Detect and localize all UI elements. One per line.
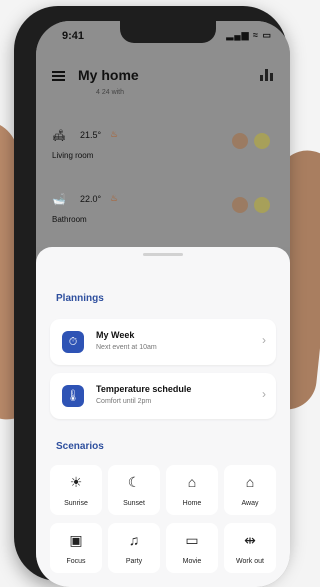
home-subtitle: 4 24 with — [96, 89, 125, 96]
chevron-right-icon: › — [262, 387, 266, 401]
away-icon: ⌂ — [245, 474, 255, 490]
flame-icon: ♨ — [110, 193, 119, 203]
dumbbell-icon: ⇹ — [244, 532, 256, 548]
home-icon: ⌂ — [187, 474, 197, 490]
tv-icon: ▭ — [185, 532, 199, 548]
scenario-home[interactable]: ⌂ Home — [166, 465, 218, 515]
plannings-title: Plannings — [56, 293, 104, 304]
planning-title: My Week — [96, 330, 135, 340]
planning-subtitle: Comfort until 2pm — [96, 398, 152, 405]
room-temperature: 22.0° — [80, 194, 102, 204]
scenario-label: Party — [125, 558, 143, 565]
thermometer-icon: 🌡 — [62, 385, 84, 407]
scenario-label: Focus — [66, 558, 86, 565]
scenario-focus[interactable]: ▣ Focus — [50, 523, 102, 573]
scenario-away[interactable]: ⌂ Away — [224, 465, 276, 515]
status-icons: ▂▄▆ ≈ ▭ — [226, 30, 272, 40]
planning-subtitle: Next event at 10am — [96, 344, 157, 351]
room-action-button[interactable] — [254, 133, 270, 149]
bar-chart-icon[interactable] — [260, 69, 274, 81]
sofa-icon: 🛋 — [52, 130, 66, 142]
notch — [120, 21, 216, 43]
scenarios-title: Scenarios — [56, 441, 104, 452]
scenario-movie[interactable]: ▭ Movie — [166, 523, 218, 573]
status-time: 9:41 — [62, 30, 85, 42]
bath-icon: 🛁 — [52, 194, 66, 206]
flame-icon: ♨ — [110, 129, 119, 139]
room-action-button[interactable] — [232, 197, 248, 213]
home-header: My home 4 24 with — [52, 65, 278, 105]
scenario-party[interactable]: ♫ Party — [108, 523, 160, 573]
scenario-sunset[interactable]: ☾ Sunset — [108, 465, 160, 515]
scenario-label: Sunset — [123, 500, 145, 507]
scenario-label: Movie — [182, 558, 202, 565]
page-title: My home — [78, 67, 139, 83]
scenario-sunrise[interactable]: ☀ Sunrise — [50, 465, 102, 515]
scenario-label: Home — [182, 500, 202, 507]
scenario-work-out[interactable]: ⇹ Work out — [224, 523, 276, 573]
menu-icon[interactable] — [52, 71, 65, 81]
party-icon: ♫ — [128, 532, 140, 548]
phone-frame: 9:41 ▂▄▆ ≈ ▭ My home 4 24 with 🛋 21.5° ♨… — [14, 6, 290, 587]
planning-title: Temperature schedule — [96, 384, 192, 394]
sun-icon: ☀ — [69, 474, 83, 490]
scenario-label: Sunrise — [64, 500, 88, 507]
room-name: Bathroom — [52, 215, 87, 224]
phone-screen: 9:41 ▂▄▆ ≈ ▭ My home 4 24 with 🛋 21.5° ♨… — [36, 21, 290, 587]
moon-icon: ☾ — [127, 474, 141, 490]
room-action-button[interactable] — [254, 197, 270, 213]
sheet-drag-handle[interactable] — [143, 253, 183, 256]
briefcase-icon: ▣ — [69, 532, 83, 548]
chevron-right-icon: › — [262, 333, 266, 347]
room-action-button[interactable] — [232, 133, 248, 149]
scenario-label: Away — [241, 500, 259, 507]
room-living-room[interactable]: 🛋 21.5° ♨ Living room — [52, 129, 278, 169]
planning-card-my-week[interactable]: ⏱ My Week Next event at 10am › — [50, 319, 276, 365]
bottom-sheet: Plannings ⏱ My Week Next event at 10am ›… — [36, 247, 290, 587]
scenario-label: Work out — [236, 558, 264, 565]
room-bathroom[interactable]: 🛁 22.0° ♨ Bathroom — [52, 193, 278, 233]
planning-card-temperature-schedule[interactable]: 🌡 Temperature schedule Comfort until 2pm… — [50, 373, 276, 419]
clock-icon: ⏱ — [62, 331, 84, 353]
room-name: Living room — [52, 151, 94, 160]
room-temperature: 21.5° — [80, 130, 102, 140]
